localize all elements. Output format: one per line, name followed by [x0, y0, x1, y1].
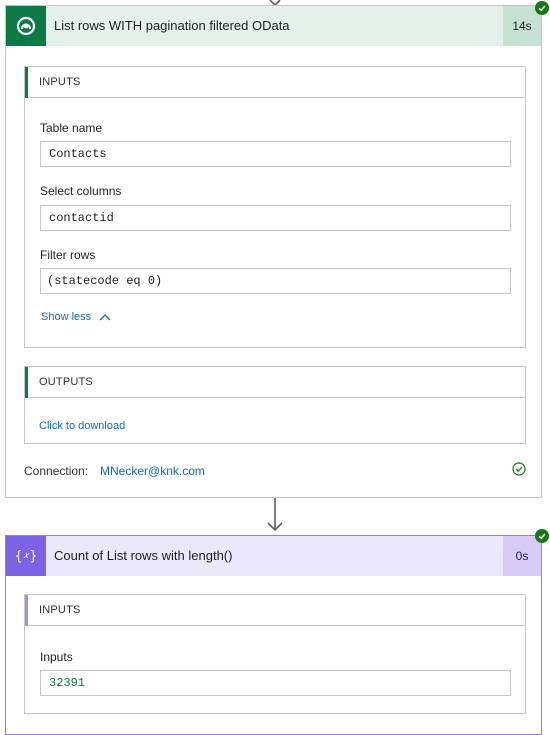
action-card-count: {𝑥} Count of List rows with length() 0s … [5, 535, 542, 735]
inputs-label: Inputs [40, 650, 73, 664]
chevron-up-icon [99, 314, 111, 321]
inputs-section: INPUTS Table name Contacts Select column… [24, 66, 526, 348]
action-card-list-rows: List rows WITH pagination filtered OData… [5, 5, 542, 498]
inputs-section-title: INPUTS [39, 604, 81, 616]
action-card-header[interactable]: {𝑥} Count of List rows with length() 0s [6, 536, 541, 576]
dataverse-icon [6, 6, 46, 46]
inputs-section-title: INPUTS [39, 76, 81, 88]
show-less-label: Show less [41, 311, 92, 323]
outputs-section-header: OUTPUTS [25, 367, 525, 398]
select-columns-value[interactable]: contactid [40, 205, 511, 231]
select-columns-label: Select columns [40, 184, 122, 198]
action-duration: 0s [503, 536, 541, 576]
expression-icon: {𝑥} [6, 536, 46, 576]
inputs-value[interactable]: 32391 [40, 670, 511, 696]
connection-label: Connection: [24, 464, 89, 478]
outputs-section-title: OUTPUTS [39, 376, 93, 388]
action-title: List rows WITH pagination filtered OData [54, 18, 290, 33]
action-card-header[interactable]: List rows WITH pagination filtered OData… [6, 6, 541, 46]
table-name-value[interactable]: Contacts [40, 141, 511, 167]
connection-value[interactable]: MNecker@knk.com [100, 464, 205, 478]
table-name-label: Table name [40, 121, 103, 135]
show-less-link[interactable]: Show less [41, 311, 111, 323]
success-check-icon [535, 529, 549, 543]
inputs-section-header: INPUTS [25, 595, 525, 626]
success-check-icon [535, 1, 549, 15]
action-title: Count of List rows with length() [54, 548, 233, 563]
inputs-section-header: INPUTS [25, 67, 525, 98]
connection-success-icon [512, 462, 526, 476]
filter-rows-label: Filter rows [40, 248, 96, 262]
outputs-section: OUTPUTS Click to download [24, 366, 526, 444]
inputs-section: INPUTS Inputs 32391 [24, 594, 526, 714]
click-to-download-link[interactable]: Click to download [39, 420, 125, 432]
arrow-down-icon [267, 498, 283, 532]
filter-rows-value[interactable]: (statecode eq 0) [40, 268, 511, 294]
